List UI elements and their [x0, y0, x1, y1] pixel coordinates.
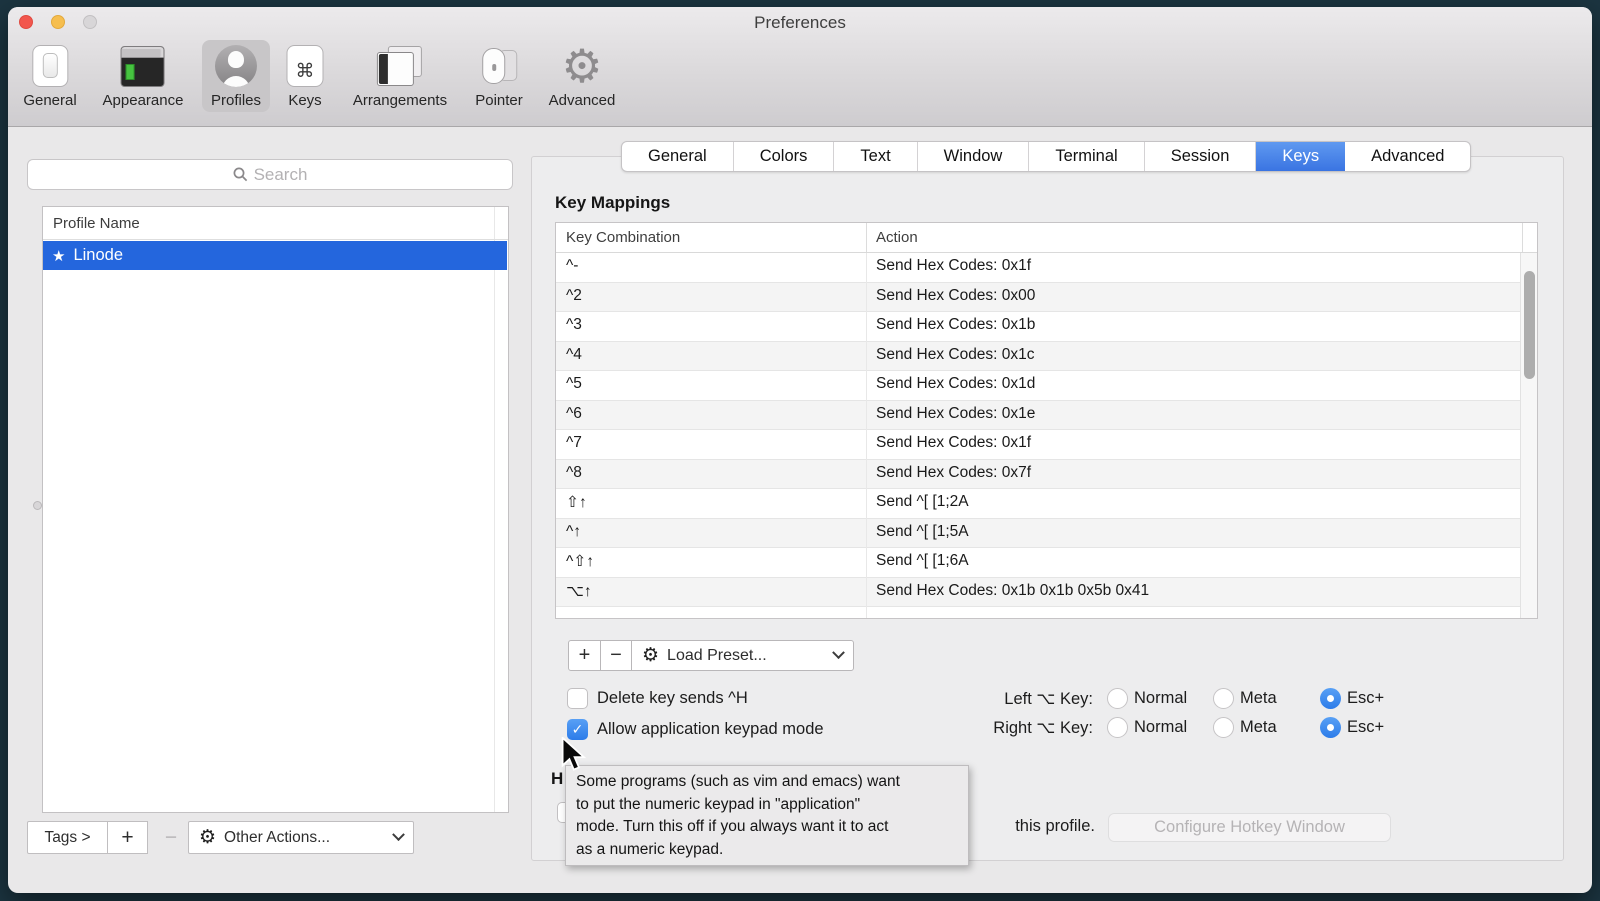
toolbar-item-profiles[interactable]: Profiles: [202, 40, 270, 112]
tab-colors[interactable]: Colors: [734, 142, 835, 171]
table-row[interactable]: ^8Send Hex Codes: 0x7f: [556, 460, 1537, 490]
column-header-action: Action: [876, 229, 918, 246]
delete-key-checkbox-row: Delete key sends ^H: [567, 687, 748, 709]
gear-icon: ⚙: [199, 828, 216, 847]
tab-keys[interactable]: Keys: [1256, 142, 1345, 171]
chevron-down-icon: [832, 646, 845, 659]
profile-list: Profile Name ★ Linode: [42, 206, 509, 813]
left-option-key-label: Left ⌥ Key:: [943, 689, 1093, 709]
mapping-controls: + − ⚙ Load Preset...: [568, 640, 854, 671]
toolbar-item-pointer[interactable]: Pointer: [466, 40, 532, 112]
mouse-icon: [477, 45, 522, 87]
table-row[interactable]: ^7Send Hex Codes: 0x1f: [556, 430, 1537, 460]
tab-window[interactable]: Window: [918, 142, 1030, 171]
window-title: Preferences: [8, 13, 1592, 33]
gear-icon: ⚙: [561, 45, 602, 87]
command-key-icon: ⌘: [287, 45, 324, 87]
toolbar-item-arrangements[interactable]: Arrangements: [344, 40, 456, 112]
radio-right-meta[interactable]: [1213, 717, 1234, 738]
table-row[interactable]: ^2Send Hex Codes: 0x00: [556, 283, 1537, 313]
table-row-partial: [556, 607, 1537, 619]
table-row[interactable]: ⌥↑Send Hex Codes: 0x1b 0x1b 0x5b 0x41: [556, 578, 1537, 608]
toolbar-item-label: Pointer: [475, 92, 523, 109]
scrollbar-thumb[interactable]: [1524, 271, 1535, 379]
radio-left-esc[interactable]: [1320, 688, 1341, 709]
other-actions-label: Other Actions...: [224, 829, 330, 847]
keypad-label: Allow application keypad mode: [597, 720, 824, 739]
general-icon: [32, 45, 68, 87]
toolbar-item-appearance[interactable]: × Appearance: [94, 40, 193, 112]
tab-text[interactable]: Text: [834, 142, 917, 171]
radio-left-meta[interactable]: [1213, 688, 1234, 709]
delete-key-label: Delete key sends ^H: [597, 689, 748, 708]
table-row[interactable]: ^↑Send ^[ [1;5A: [556, 519, 1537, 549]
key-mappings-table: Key Combination Action ^-Send Hex Codes:…: [555, 222, 1538, 619]
add-profile-button[interactable]: +: [107, 821, 148, 854]
default-profile-star-icon: ★: [52, 247, 65, 265]
radio-right-esc[interactable]: [1320, 717, 1341, 738]
tab-general[interactable]: General: [622, 142, 734, 171]
toolbar-item-label: General: [23, 92, 76, 109]
search-input[interactable]: Search: [27, 159, 513, 190]
search-placeholder: Search: [254, 165, 308, 185]
profile-tabbar: General Colors Text Window Terminal Sess…: [621, 141, 1471, 172]
tags-button[interactable]: Tags >: [27, 821, 108, 854]
toolbar-item-label: Arrangements: [353, 92, 447, 109]
key-mappings-heading: Key Mappings: [555, 193, 670, 213]
table-row[interactable]: ^4Send Hex Codes: 0x1c: [556, 342, 1537, 372]
profile-list-header[interactable]: Profile Name: [43, 207, 508, 240]
toolbar-item-label: Appearance: [103, 92, 184, 109]
table-row[interactable]: ⇧↑Send ^[ [1;2A: [556, 489, 1537, 519]
keypad-checkbox-row: ✓ Allow application keypad mode: [567, 718, 824, 740]
keypad-tooltip: Some programs (such as vim and emacs) wa…: [565, 765, 969, 866]
other-actions-dropdown[interactable]: ⚙ Other Actions...: [188, 821, 414, 854]
profile-row-linode[interactable]: ★ Linode: [43, 241, 507, 270]
appearance-icon: ×: [121, 46, 165, 87]
configure-hotkey-window-button: Configure Hotkey Window: [1108, 813, 1391, 842]
remove-profile-button-disabled: −: [156, 821, 186, 854]
window-header: Preferences General × Appearance Profile…: [8, 7, 1592, 127]
check-icon: ✓: [572, 721, 584, 738]
radio-left-normal[interactable]: [1107, 688, 1128, 709]
table-row[interactable]: ^3Send Hex Codes: 0x1b: [556, 312, 1537, 342]
remove-mapping-button[interactable]: −: [600, 640, 632, 671]
profiles-icon: [215, 45, 257, 87]
splitter-handle[interactable]: [33, 501, 42, 510]
gear-icon: ⚙: [642, 646, 659, 665]
arrangements-icon: [377, 45, 424, 87]
table-scrollbar[interactable]: [1520, 253, 1537, 618]
left-option-key-row: Left ⌥ Key: Normal Meta Esc+: [943, 687, 1413, 711]
radio-right-normal[interactable]: [1107, 717, 1128, 738]
tab-advanced[interactable]: Advanced: [1345, 142, 1470, 171]
search-icon: [233, 167, 248, 182]
toolbar-item-general[interactable]: General: [14, 40, 85, 112]
table-row[interactable]: ^⇧↑Send ^[ [1;6A: [556, 548, 1537, 578]
profile-name: Linode: [73, 246, 123, 265]
key-mappings-rows: ^-Send Hex Codes: 0x1f ^2Send Hex Codes:…: [556, 253, 1537, 618]
right-option-key-row: Right ⌥ Key: Normal Meta Esc+: [943, 716, 1413, 740]
key-mappings-table-header: Key Combination Action: [556, 223, 1537, 253]
table-row[interactable]: ^-Send Hex Codes: 0x1f: [556, 253, 1537, 283]
load-preset-label: Load Preset...: [667, 647, 767, 665]
delete-key-checkbox[interactable]: [567, 688, 588, 709]
mouse-cursor-icon: [560, 737, 590, 780]
toolbar-item-label: Profiles: [211, 92, 261, 109]
list-column-divider: [494, 207, 495, 812]
right-option-key-label: Right ⌥ Key:: [943, 718, 1093, 738]
toolbar-item-keys[interactable]: ⌘ Keys: [278, 40, 333, 112]
chevron-down-icon: [392, 828, 405, 841]
hotkey-profile-text: this profile.: [983, 817, 1095, 836]
column-header-profile-name: Profile Name: [43, 215, 140, 232]
tab-terminal[interactable]: Terminal: [1029, 142, 1144, 171]
toolbar-item-label: Advanced: [549, 92, 616, 109]
add-mapping-button[interactable]: +: [568, 640, 601, 671]
column-header-key-combination: Key Combination: [566, 229, 680, 246]
load-preset-dropdown[interactable]: ⚙ Load Preset...: [631, 640, 854, 671]
table-row[interactable]: ^5Send Hex Codes: 0x1d: [556, 371, 1537, 401]
toolbar-item-advanced[interactable]: ⚙ Advanced: [540, 40, 625, 112]
preferences-window: Preferences General × Appearance Profile…: [8, 7, 1592, 893]
toolbar-item-label: Keys: [288, 92, 321, 109]
tab-session[interactable]: Session: [1145, 142, 1257, 171]
table-row[interactable]: ^6Send Hex Codes: 0x1e: [556, 401, 1537, 431]
